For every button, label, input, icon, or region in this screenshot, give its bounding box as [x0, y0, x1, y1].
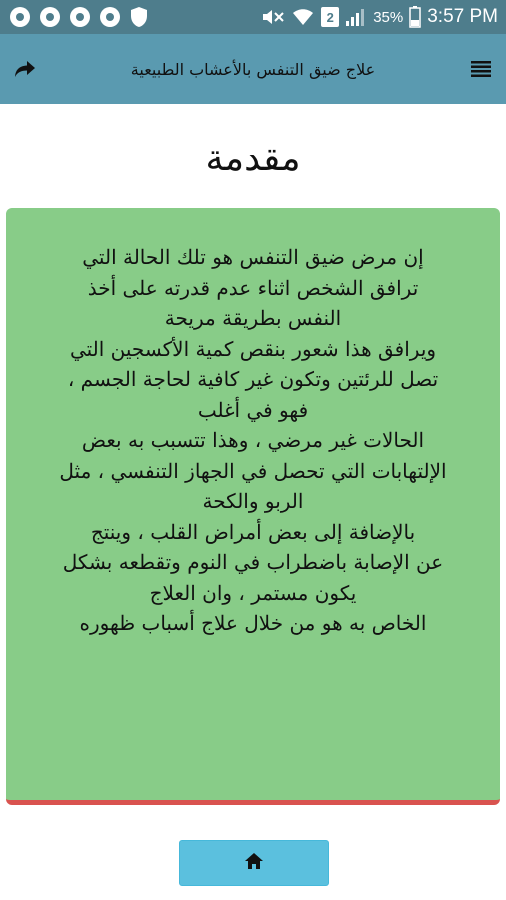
battery-icon [409, 6, 421, 28]
app-toolbar: علاج ضيق التنفس بالأعشاب الطبيعية [0, 34, 506, 104]
battery-percent: 35% [373, 8, 404, 26]
status-bar: 2 35% 3:57 PM [0, 0, 506, 34]
content-card: إن مرض ضيق التنفس هو تلك الحالة التي ترا… [6, 208, 500, 805]
sim-icon: 2 [321, 7, 340, 27]
notification-icon [10, 7, 30, 27]
clock: 3:57 PM [427, 6, 498, 27]
page-title: مقدمة [205, 138, 301, 179]
wifi-icon [291, 7, 315, 27]
home-button[interactable] [179, 840, 329, 886]
notification-icon [40, 7, 60, 27]
notification-icon [100, 7, 120, 27]
status-left [10, 6, 148, 28]
shield-icon [130, 6, 148, 28]
signal-icon [345, 7, 367, 27]
share-arrow-icon[interactable] [12, 56, 38, 82]
article-body: إن مرض ضيق التنفس هو تلك الحالة التي ترا… [59, 245, 447, 635]
home-icon [244, 852, 264, 874]
menu-icon[interactable] [468, 56, 494, 82]
status-right: 2 35% 3:57 PM [261, 6, 498, 28]
toolbar-title: علاج ضيق التنفس بالأعشاب الطبيعية [130, 59, 376, 79]
notification-icon [70, 7, 90, 27]
mute-icon [261, 7, 285, 27]
